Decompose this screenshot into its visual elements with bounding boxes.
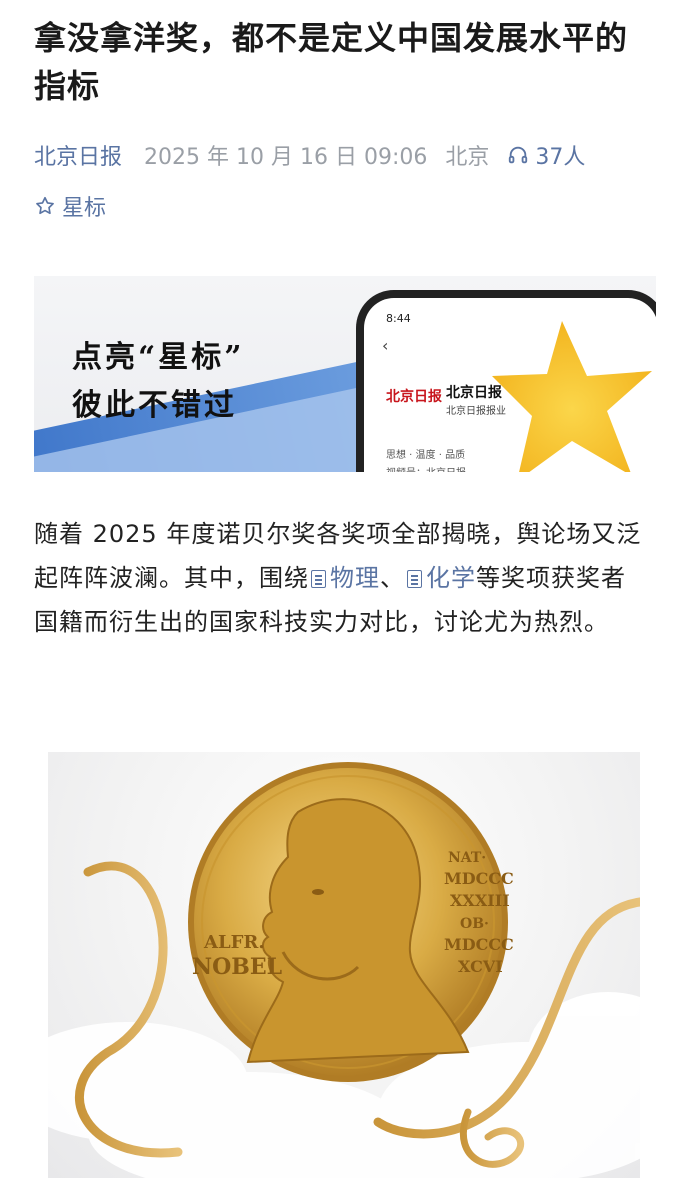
medal-text: MDCCC [444, 869, 514, 888]
star-button[interactable]: 星标 [34, 190, 106, 222]
medal-text: XCVI [458, 957, 503, 976]
document-icon [311, 570, 326, 588]
banner-slogan: 点亮“星标” 彼此不错过 [72, 334, 245, 430]
article-paragraph: 随着 2025 年度诺贝尔奖各奖项全部揭晓，舆论场又泛起阵阵波澜。其中，围绕 物理… [34, 512, 646, 644]
listener-count: 37人 [535, 145, 586, 170]
video-account: 视频号：北京日报 [386, 464, 466, 472]
source-link[interactable]: 北京日报 [34, 139, 122, 171]
medal-illustration: ALFR. NOBEL NAT· MDCCC XXXIII OB· MDCCC … [48, 762, 640, 1178]
headphones-icon [509, 146, 528, 164]
slogan-line: 点亮“星标” [72, 340, 245, 375]
location: 北京 [445, 145, 490, 170]
document-icon [407, 570, 422, 588]
star-label: 星标 [62, 196, 107, 221]
medal-text: ALFR. [203, 932, 265, 953]
back-icon: ‹ [382, 336, 389, 355]
article-title: 拿没拿洋奖，都不是定义中国发展水平的指标 [34, 19, 629, 105]
star-promo-banner[interactable]: 点亮“星标” 彼此不错过 8:44 ‹ 北京日报 北京日报 北京日报报业 思想 … [34, 276, 656, 472]
separator: 、 [380, 564, 405, 592]
medal-text: OB· [460, 916, 489, 932]
star-icon [492, 321, 652, 472]
slogan-line: 彼此不错过 [72, 388, 237, 423]
article-meta: 北京日报 2025 年 10 月 16 日 09:06 北京 37人 [34, 138, 585, 172]
medal-text: MDCCC [444, 935, 514, 954]
medal-text: NAT· [448, 850, 486, 866]
listen-button[interactable]: 37人 [507, 139, 585, 171]
medal-text: NOBEL [192, 954, 282, 980]
star-outline-icon [36, 196, 54, 215]
phone-status-time: 8:44 [386, 312, 411, 325]
keyword-link-chemistry[interactable]: 化学 [426, 564, 476, 592]
account-tags: 思想 · 温度 · 品质 [386, 450, 466, 461]
keyword-link-physics[interactable]: 物理 [330, 564, 380, 592]
publish-time: 2025 年 10 月 16 日 09:06 [144, 145, 428, 170]
nobel-medal-image: ALFR. NOBEL NAT· MDCCC XXXIII OB· MDCCC … [48, 752, 640, 1178]
medal-text: XXXIII [450, 891, 510, 910]
newspaper-logo: 北京日报 [386, 389, 442, 405]
